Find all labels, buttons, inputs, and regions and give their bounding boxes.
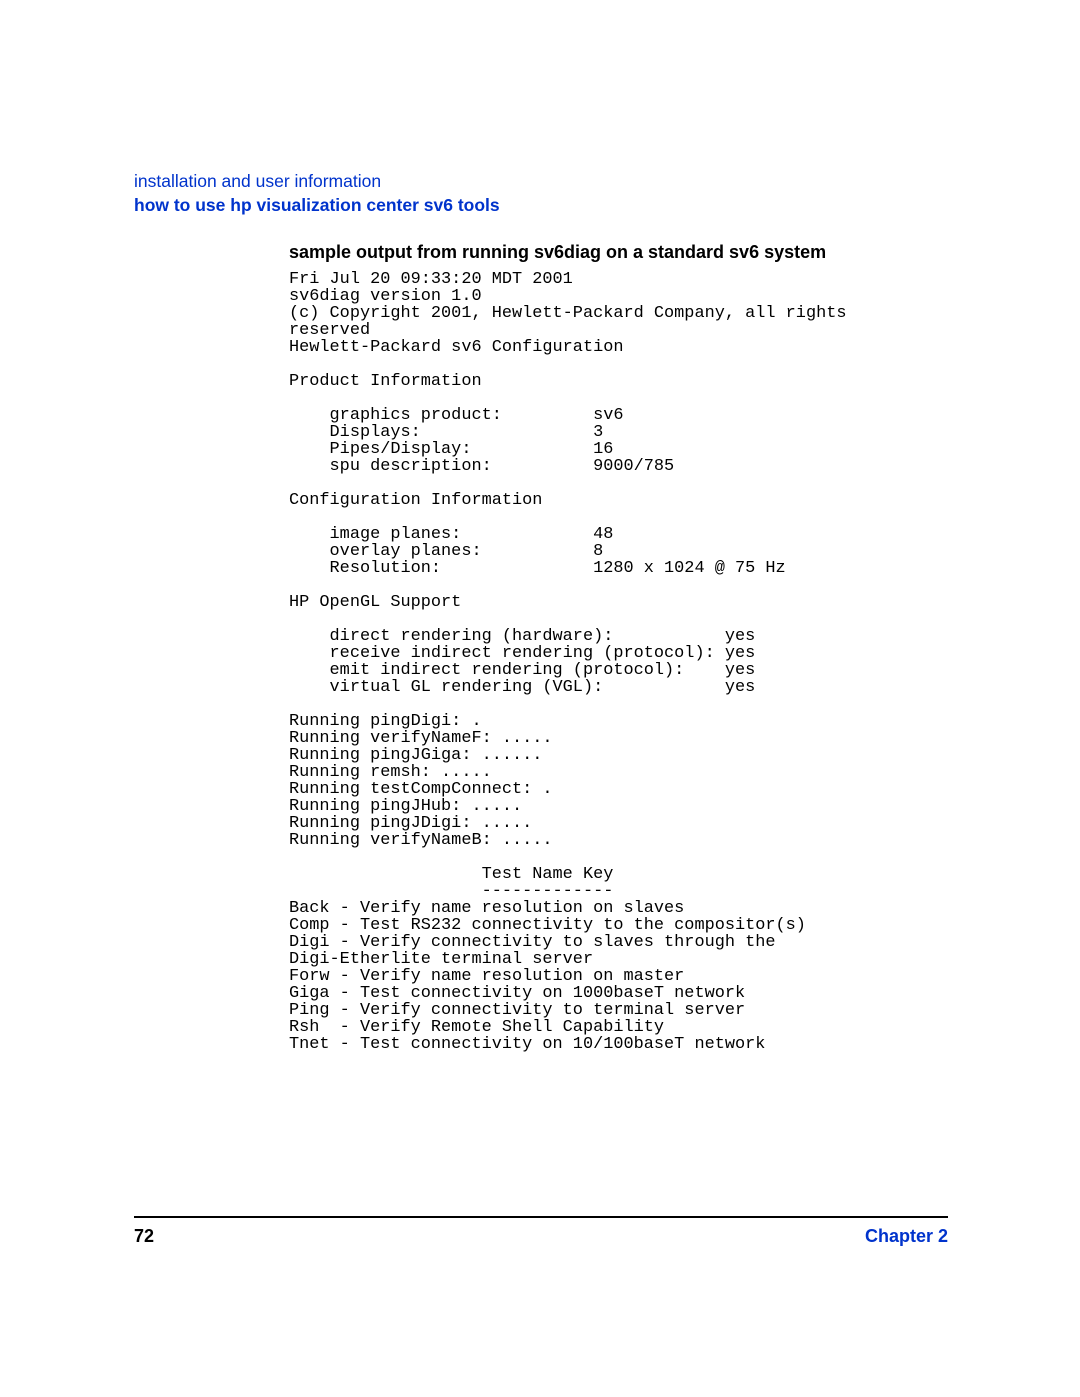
section-title: installation and user information	[134, 170, 948, 192]
page-header: installation and user information how to…	[134, 170, 948, 216]
page: installation and user information how to…	[0, 0, 1080, 1397]
footer-rule	[134, 1216, 948, 1218]
terminal-output: Fri Jul 20 09:33:20 MDT 2001 sv6diag ver…	[289, 271, 949, 1053]
subsection-title: how to use hp visualization center sv6 t…	[134, 194, 948, 216]
page-number: 72	[134, 1226, 154, 1247]
content-subheading: sample output from running sv6diag on a …	[289, 242, 949, 263]
chapter-label: Chapter 2	[865, 1226, 948, 1247]
page-footer: 72 Chapter 2	[134, 1226, 948, 1247]
page-content: sample output from running sv6diag on a …	[289, 242, 949, 1053]
